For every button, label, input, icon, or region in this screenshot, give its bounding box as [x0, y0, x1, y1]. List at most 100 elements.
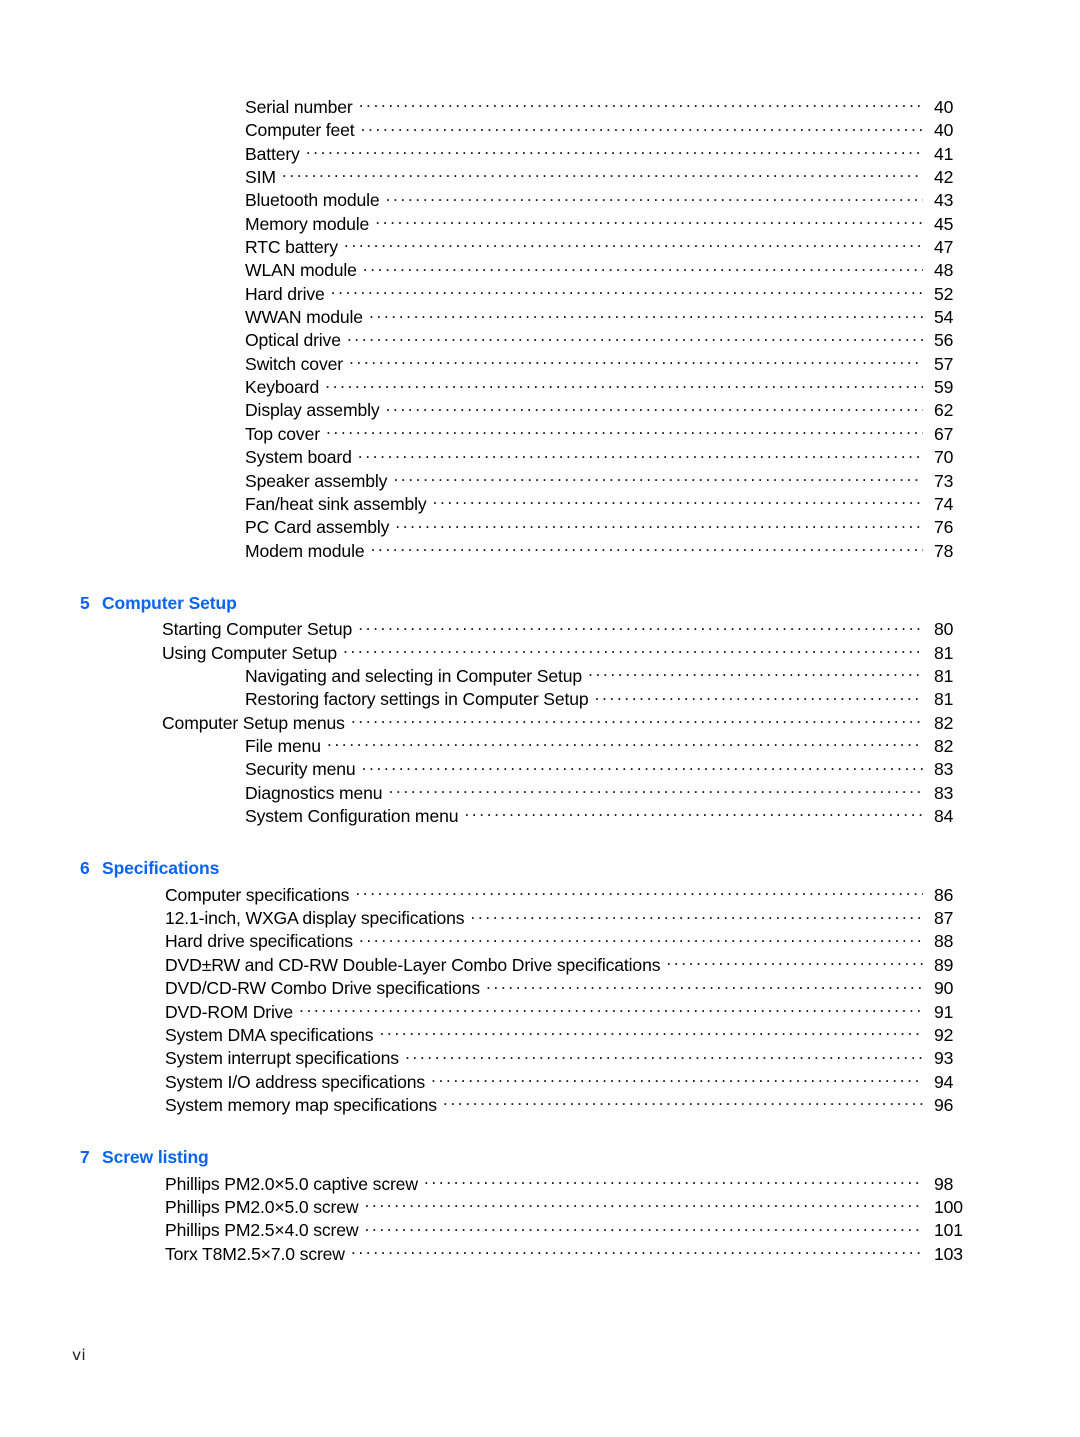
- toc-entry[interactable]: Phillips PM2.0×5.0 screw 100: [0, 1196, 1080, 1219]
- section-heading[interactable]: 5 Computer Setup: [80, 592, 1080, 615]
- toc-entry[interactable]: Phillips PM2.5×4.0 screw 101: [0, 1219, 1080, 1242]
- toc-entry-label: System memory map specifications: [165, 1094, 437, 1115]
- toc-entry[interactable]: Fan/heat sink assembly 74: [0, 493, 1080, 516]
- toc-entry[interactable]: Optical drive 56: [0, 329, 1080, 352]
- toc-entry-label: Starting Computer Setup: [162, 619, 353, 640]
- toc-entry[interactable]: Computer specifications 86: [0, 884, 1080, 907]
- dot-leader: [431, 1071, 923, 1088]
- toc-entry[interactable]: DVD±RW and CD-RW Double-Layer Combo Driv…: [0, 954, 1080, 977]
- dot-leader: [331, 283, 923, 300]
- toc-entry-page-number: 98: [934, 1173, 954, 1194]
- toc-entry-page-number: 42: [934, 167, 954, 188]
- toc-entry[interactable]: Computer Setup menus 82: [0, 712, 1080, 735]
- toc-entry[interactable]: Security menu 83: [0, 758, 1080, 781]
- toc-entry[interactable]: Hard drive specifications 88: [0, 930, 1080, 953]
- dot-leader: [344, 236, 923, 253]
- toc-entry-page-number: 84: [934, 806, 954, 827]
- toc-entry-page-number: 89: [934, 954, 954, 975]
- toc-entry-label: Memory module: [245, 213, 370, 234]
- toc-entry[interactable]: Hard drive 52: [0, 283, 1080, 306]
- toc-entry[interactable]: PC Card assembly 76: [0, 516, 1080, 539]
- section-title: Computer Setup: [102, 592, 237, 613]
- dot-leader: [362, 758, 923, 775]
- dot-leader: [358, 446, 923, 463]
- dot-leader: [393, 470, 923, 487]
- toc-entry[interactable]: DVD/CD-RW Combo Drive specifications 90: [0, 977, 1080, 1000]
- toc-entry[interactable]: System DMA specifications 92: [0, 1024, 1080, 1047]
- toc-entry-page-number: 100: [934, 1196, 963, 1217]
- toc-entry[interactable]: Diagnostics menu 83: [0, 782, 1080, 805]
- toc-entry[interactable]: System I/O address specifications 94: [0, 1071, 1080, 1094]
- toc-entry-label: System board: [245, 447, 352, 468]
- toc-entry-label: 12.1-inch, WXGA display specifications: [165, 908, 465, 929]
- toc-entry-page-number: 59: [934, 377, 954, 398]
- toc-entry[interactable]: Keyboard 59: [0, 376, 1080, 399]
- dot-leader: [385, 399, 923, 416]
- toc-entry-page-number: 67: [934, 423, 954, 444]
- toc-entry[interactable]: Restoring factory settings in Computer S…: [0, 688, 1080, 711]
- toc-entry[interactable]: SIM 42: [0, 166, 1080, 189]
- toc-entry[interactable]: System board 70: [0, 446, 1080, 469]
- dot-leader: [359, 930, 923, 947]
- toc-entry-page-number: 81: [934, 689, 954, 710]
- toc-entry[interactable]: RTC battery 47: [0, 236, 1080, 259]
- toc-entry[interactable]: WLAN module 48: [0, 259, 1080, 282]
- toc-entry-page-number: 43: [934, 190, 954, 211]
- toc-entry[interactable]: Phillips PM2.0×5.0 captive screw 98: [0, 1173, 1080, 1196]
- toc-entry[interactable]: Starting Computer Setup 80: [0, 618, 1080, 641]
- toc-entry[interactable]: Battery 41: [0, 143, 1080, 166]
- section-title: Specifications: [102, 858, 220, 879]
- toc-entry[interactable]: Using Computer Setup 81: [0, 642, 1080, 665]
- toc-entry-page-number: 87: [934, 908, 954, 929]
- section-heading[interactable]: 7 Screw listing: [80, 1146, 1080, 1169]
- toc-entry[interactable]: System interrupt specifications 93: [0, 1047, 1080, 1070]
- toc-entry[interactable]: System memory map specifications 96: [0, 1094, 1080, 1117]
- toc-entry[interactable]: Modem module 78: [0, 540, 1080, 563]
- toc-entry-label: Restoring factory settings in Computer S…: [245, 689, 589, 710]
- toc-entry[interactable]: Navigating and selecting in Computer Set…: [0, 665, 1080, 688]
- dot-leader: [351, 1243, 923, 1260]
- toc-entry-page-number: 93: [934, 1048, 954, 1069]
- toc-entry[interactable]: DVD-ROM Drive 91: [0, 1001, 1080, 1024]
- toc-entry-page-number: 88: [934, 931, 954, 952]
- toc-entry[interactable]: Serial number 40: [0, 96, 1080, 119]
- toc-entry-label: Computer Setup menus: [162, 712, 345, 733]
- toc-entry[interactable]: Memory module 45: [0, 213, 1080, 236]
- toc-entry-label: Torx T8M2.5×7.0 screw: [165, 1243, 345, 1264]
- dot-leader: [379, 1024, 923, 1041]
- toc-entry-label: Display assembly: [245, 400, 380, 421]
- toc-entry[interactable]: Computer feet 40: [0, 119, 1080, 142]
- toc-entry-label: Optical drive: [245, 330, 341, 351]
- section-title: Screw listing: [102, 1147, 209, 1168]
- toc-entry[interactable]: System Configuration menu 84: [0, 805, 1080, 828]
- toc-entry-page-number: 90: [934, 978, 954, 999]
- toc-entry[interactable]: File menu 82: [0, 735, 1080, 758]
- toc-entry-page-number: 86: [934, 884, 954, 905]
- toc-entry[interactable]: Bluetooth module 43: [0, 189, 1080, 212]
- dot-leader: [486, 977, 923, 994]
- toc-entry-label: RTC battery: [245, 237, 338, 258]
- toc-entry[interactable]: Switch cover 57: [0, 353, 1080, 376]
- section-heading[interactable]: 6 Specifications: [80, 857, 1080, 880]
- toc-entry[interactable]: Display assembly 62: [0, 399, 1080, 422]
- toc-entry-page-number: 81: [934, 642, 954, 663]
- toc-entry[interactable]: Torx T8M2.5×7.0 screw 103: [0, 1243, 1080, 1266]
- section-number: 6: [80, 858, 90, 879]
- toc-entry[interactable]: WWAN module 54: [0, 306, 1080, 329]
- dot-leader: [470, 907, 923, 924]
- toc-entry[interactable]: Speaker assembly 73: [0, 470, 1080, 493]
- toc-entry-label: Using Computer Setup: [162, 642, 337, 663]
- toc-entry-page-number: 94: [934, 1071, 954, 1092]
- toc-entry[interactable]: Top cover 67: [0, 423, 1080, 446]
- dot-leader: [395, 516, 923, 533]
- toc-entry-label: Navigating and selecting in Computer Set…: [245, 665, 582, 686]
- toc-entry-label: Fan/heat sink assembly: [245, 493, 427, 514]
- toc-entry-page-number: 82: [934, 712, 954, 733]
- toc-entry-page-number: 47: [934, 237, 954, 258]
- toc-entry[interactable]: 12.1-inch, WXGA display specifications 87: [0, 907, 1080, 930]
- toc-entry-page-number: 62: [934, 400, 954, 421]
- dot-leader: [361, 119, 923, 136]
- dot-leader: [388, 782, 923, 799]
